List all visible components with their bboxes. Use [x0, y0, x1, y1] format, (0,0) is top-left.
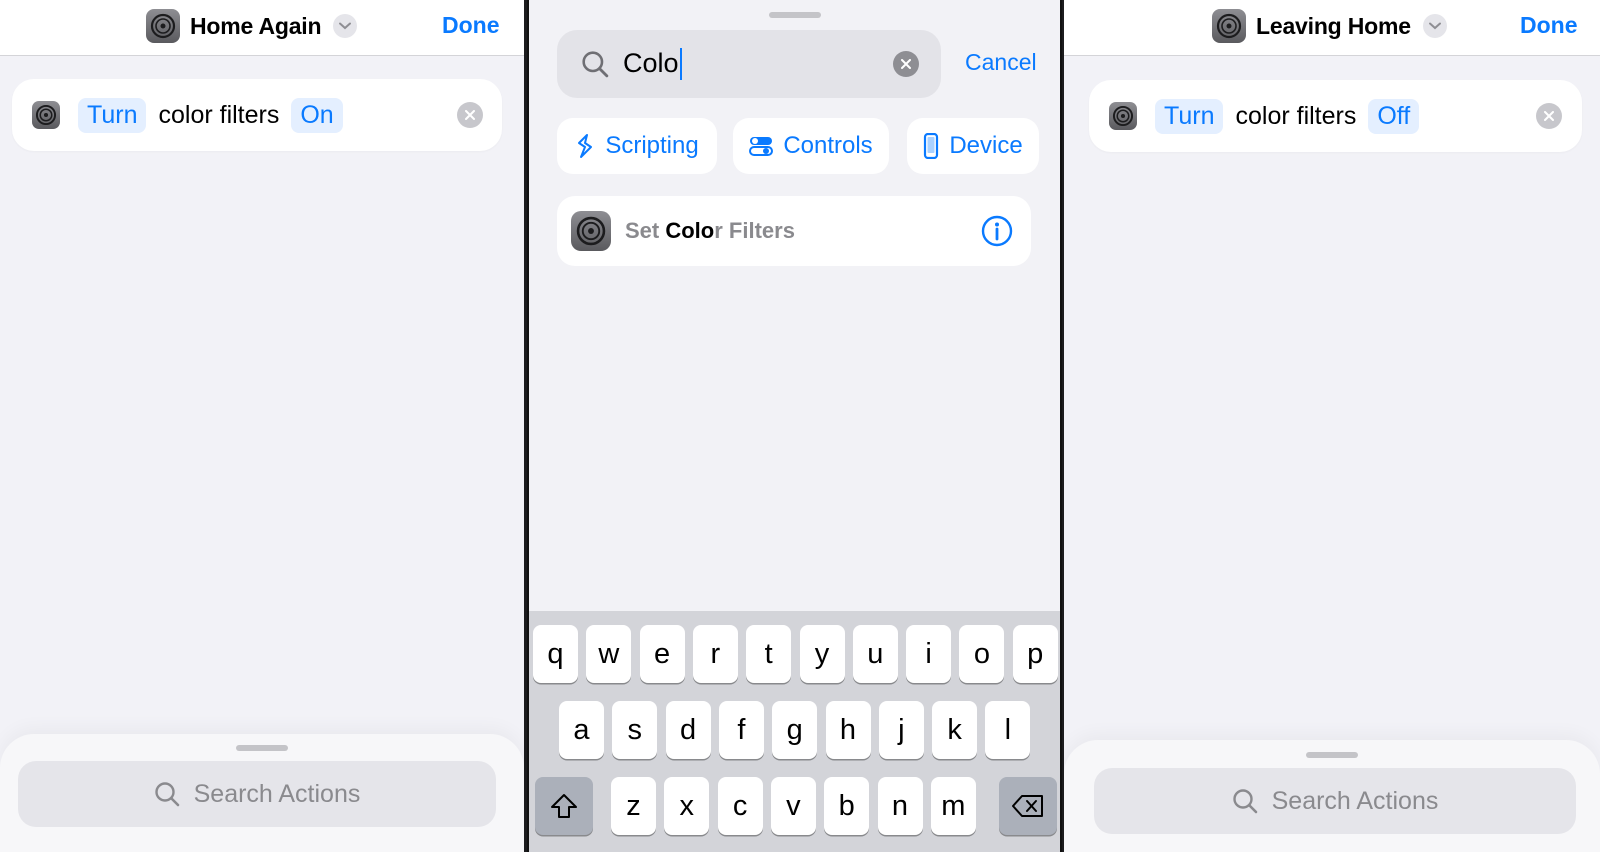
- key-c[interactable]: c: [717, 777, 763, 835]
- key-r[interactable]: r: [692, 625, 738, 683]
- sheet-grabber[interactable]: [1306, 752, 1358, 758]
- key-u[interactable]: u: [852, 625, 898, 683]
- verb-token[interactable]: Turn: [1155, 98, 1224, 134]
- key-q[interactable]: q: [533, 625, 578, 683]
- key-f[interactable]: f: [718, 701, 764, 759]
- category-chip-controls[interactable]: Controls: [733, 118, 889, 174]
- state-token[interactable]: On: [291, 97, 343, 133]
- key-k[interactable]: k: [932, 701, 978, 759]
- key-z[interactable]: z: [611, 777, 656, 835]
- settings-app-icon: [32, 101, 60, 129]
- chip-label: Controls: [783, 132, 873, 159]
- action-object-text: color filters: [158, 100, 280, 129]
- key-o[interactable]: o: [959, 625, 1005, 683]
- backspace-icon: [1012, 795, 1043, 817]
- verb-token[interactable]: Turn: [78, 97, 147, 133]
- state-token[interactable]: Off: [1368, 98, 1420, 134]
- result-match-highlight: Colo: [665, 218, 715, 243]
- shortcut-title: Home Again: [190, 12, 322, 39]
- action-search-panel: Colo Cancel Scripting Controls Device Se…: [527, 0, 1062, 852]
- key-y[interactable]: y: [799, 625, 845, 683]
- action-search-sheet: Search Actions: [0, 734, 524, 852]
- shift-key[interactable]: [535, 777, 593, 835]
- settings-app-icon: [146, 9, 180, 43]
- search-placeholder: Search Actions: [193, 779, 361, 808]
- search-icon: [582, 51, 609, 78]
- delete-key[interactable]: [999, 777, 1057, 835]
- search-placeholder: Search Actions: [1271, 786, 1439, 815]
- key-d[interactable]: d: [665, 701, 711, 759]
- keyboard: qwertyuiop asdfghjkl zxcvbnm: [529, 611, 1060, 852]
- category-chip-device[interactable]: Device: [907, 118, 1039, 174]
- key-x[interactable]: x: [664, 777, 710, 835]
- key-p[interactable]: p: [1012, 625, 1058, 683]
- key-t[interactable]: t: [746, 625, 792, 683]
- settings-app-icon: [571, 211, 611, 251]
- shortcut-editor-home-again: Home Again Done Turn color filters On Se…: [0, 0, 524, 852]
- key-b[interactable]: b: [824, 777, 870, 835]
- search-icon: [154, 782, 179, 807]
- cancel-button[interactable]: Cancel: [965, 49, 1037, 76]
- sheet-grabber[interactable]: [768, 12, 821, 18]
- key-l[interactable]: l: [985, 701, 1031, 759]
- shift-icon: [551, 794, 577, 818]
- shortcut-title-button[interactable]: Leaving Home: [1212, 9, 1447, 43]
- key-j[interactable]: j: [878, 701, 924, 759]
- clear-search-button[interactable]: [893, 51, 919, 77]
- done-button[interactable]: Done: [1520, 12, 1578, 39]
- key-a[interactable]: a: [559, 701, 604, 759]
- remove-action-button[interactable]: [457, 102, 483, 128]
- key-w[interactable]: w: [586, 625, 632, 683]
- chevron-down-icon[interactable]: [1422, 14, 1447, 38]
- search-actions-field[interactable]: Search Actions: [1094, 768, 1576, 834]
- scripting-icon: [578, 134, 593, 158]
- search-actions-field[interactable]: Search Actions: [18, 761, 496, 827]
- shortcut-title-button[interactable]: Home Again: [146, 9, 358, 43]
- shortcut-editor-leaving-home: Leaving Home Done Turn color filters Off…: [1064, 0, 1600, 852]
- search-input[interactable]: Colo: [557, 30, 941, 98]
- chip-label: Scripting: [605, 132, 699, 159]
- key-e[interactable]: e: [639, 625, 685, 683]
- phone-icon: [924, 133, 939, 159]
- action-search-sheet: Search Actions: [1064, 740, 1600, 852]
- toggles-icon: [749, 137, 774, 156]
- key-s[interactable]: s: [612, 701, 658, 759]
- search-result-set-color-filters[interactable]: Set Color Filters: [557, 196, 1031, 266]
- sheet-grabber[interactable]: [236, 745, 288, 751]
- key-m[interactable]: m: [930, 777, 976, 835]
- key-g[interactable]: g: [772, 701, 818, 759]
- chevron-down-icon[interactable]: [333, 14, 358, 38]
- text-caret: [679, 48, 682, 81]
- settings-app-icon: [1109, 102, 1137, 130]
- info-button[interactable]: [981, 215, 1013, 252]
- settings-app-icon: [1212, 9, 1246, 43]
- nav-bar: Leaving Home Done: [1064, 0, 1600, 56]
- nav-bar: Home Again Done: [0, 0, 524, 56]
- key-h[interactable]: h: [825, 701, 871, 759]
- category-chip-scripting[interactable]: Scripting: [557, 118, 717, 174]
- remove-action-button[interactable]: [1536, 103, 1562, 129]
- key-v[interactable]: v: [770, 777, 816, 835]
- done-button[interactable]: Done: [442, 12, 500, 39]
- result-label: Set Color Filters: [625, 218, 795, 243]
- search-query-text: Colo: [623, 47, 679, 78]
- close-icon: [1544, 111, 1554, 121]
- key-i[interactable]: i: [906, 625, 952, 683]
- shortcut-title: Leaving Home: [1256, 12, 1411, 39]
- search-icon: [1232, 789, 1257, 814]
- chip-label: Device: [949, 132, 1023, 159]
- key-n[interactable]: n: [877, 777, 923, 835]
- action-card-set-color-filters[interactable]: Turn color filters On: [12, 79, 502, 151]
- info-icon: [981, 215, 1013, 247]
- close-icon: [901, 59, 911, 69]
- close-icon: [465, 110, 475, 120]
- action-object-text: color filters: [1235, 101, 1357, 130]
- action-card-set-color-filters[interactable]: Turn color filters Off: [1089, 80, 1582, 152]
